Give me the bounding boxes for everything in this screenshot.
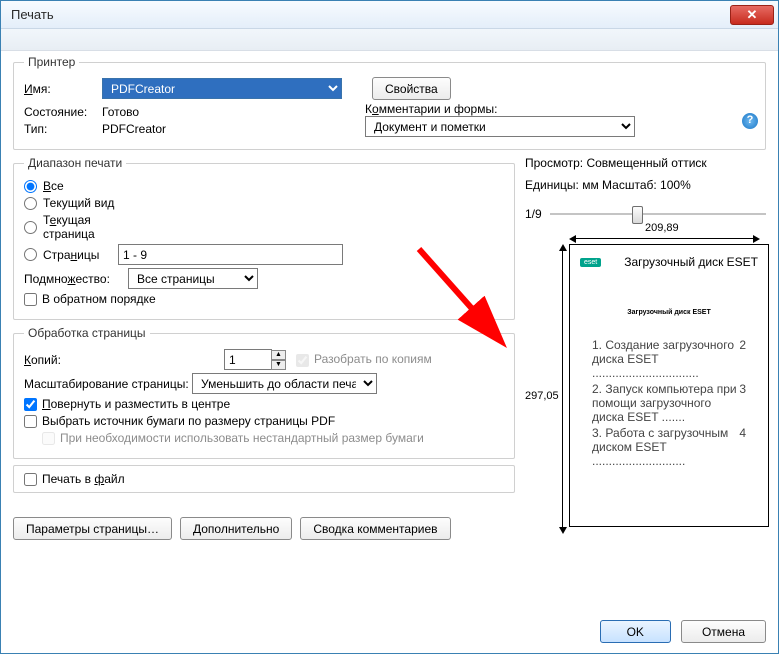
dialog-body: ? Принтер Имя: PDFCreator Свойства Состо…	[1, 51, 778, 620]
page-setup-button[interactable]: Параметры страницы…	[13, 517, 172, 540]
range-pages-input[interactable]	[118, 244, 343, 265]
subset-dropdown[interactable]: Все страницы	[128, 268, 258, 289]
preview-header-right: Загрузочный диск ESET	[624, 255, 758, 269]
eset-logo: eset	[580, 258, 601, 267]
collate-checkbox	[296, 354, 309, 367]
range-pages-radio[interactable]	[24, 248, 37, 261]
custom-paper-label: При необходимости использовать нестандар…	[60, 431, 424, 445]
type-label: Тип:	[24, 122, 102, 136]
preview-header: Просмотр: Совмещенный оттиск	[525, 156, 766, 170]
copies-up[interactable]: ▲	[271, 350, 286, 360]
range-current-page-label: Текущая страница	[43, 213, 121, 241]
range-current-view-label: Текущий вид	[43, 196, 121, 210]
print-to-file-label: Печать в файл	[42, 472, 125, 486]
page-preview: eset Загрузочный диск ESET Загрузочный д…	[569, 244, 769, 527]
printer-name-label: Имя:	[24, 82, 102, 96]
range-current-page-radio[interactable]	[24, 221, 37, 234]
paper-source-checkbox[interactable]	[24, 415, 37, 428]
print-range-label: Диапазон печати	[24, 156, 126, 170]
range-current-view-radio[interactable]	[24, 197, 37, 210]
range-all-radio[interactable]	[24, 180, 37, 193]
rotate-center-checkbox[interactable]	[24, 398, 37, 411]
titlebar: Печать ✕	[1, 1, 778, 29]
preview-toc: 1. Создание загрузочного диска ESET ....…	[580, 336, 758, 470]
height-arrow	[557, 244, 567, 534]
width-arrow	[569, 231, 760, 241]
page-handling-label: Обработка страницы	[24, 326, 150, 340]
print-dialog: Печать ✕ ? Принтер Имя: PDFCreator Свойс…	[0, 0, 779, 654]
reverse-order-checkbox[interactable]	[24, 293, 37, 306]
print-to-file-frame: Печать в файл	[13, 465, 515, 493]
printer-group: Принтер Имя: PDFCreator Свойства Состоян…	[13, 55, 766, 150]
range-all-label: Все	[43, 179, 121, 193]
print-to-file-checkbox[interactable]	[24, 473, 37, 486]
status-label: Состояние:	[24, 105, 102, 119]
reverse-order-label: В обратном порядке	[42, 292, 156, 306]
custom-paper-checkbox	[42, 432, 55, 445]
cancel-button[interactable]: Отмена	[681, 620, 766, 643]
copies-label: Копий:	[24, 353, 224, 367]
page-height-label: 297,05	[525, 390, 559, 402]
paper-source-label: Выбрать источник бумаги по размеру стран…	[42, 414, 335, 428]
preview-doc-title: Загрузочный диск ESET	[580, 309, 758, 316]
page-handling-group: Обработка страницы Копий: ▲ ▼ Разобрать …	[13, 326, 515, 459]
help-icon[interactable]: ?	[742, 113, 758, 129]
dialog-footer: OK Отмена	[1, 620, 778, 653]
preview-units: Единицы: мм Масштаб: 100%	[525, 178, 766, 192]
preview-frame: 209,89 297,05 eset Загрузочный диск ESET…	[525, 222, 766, 540]
collate-label: Разобрать по копиям	[314, 352, 432, 366]
properties-button[interactable]: Свойства	[372, 77, 451, 100]
type-value: PDFCreator	[102, 122, 166, 136]
toolstrip-background	[1, 29, 778, 51]
printer-group-label: Принтер	[24, 55, 79, 69]
subset-label: Подмножество:	[24, 272, 128, 286]
comments-summary-button[interactable]: Сводка комментариев	[300, 517, 450, 540]
zoom-slider[interactable]	[550, 206, 766, 222]
scaling-dropdown[interactable]: Уменьшить до области печати	[192, 373, 377, 394]
comments-label: Комментарии и формы:	[365, 102, 635, 116]
page-counter: 1/9	[525, 207, 542, 221]
window-title: Печать	[11, 7, 54, 22]
status-value: Готово	[102, 105, 139, 119]
close-button[interactable]: ✕	[730, 5, 774, 25]
printer-name-dropdown[interactable]: PDFCreator	[102, 78, 342, 99]
print-range-group: Диапазон печати Все Текущий вид Текущая …	[13, 156, 515, 320]
range-pages-label: Страницы	[43, 248, 118, 262]
rotate-center-label: Повернуть и разместить в центре	[42, 397, 230, 411]
comments-dropdown[interactable]: Документ и пометки	[365, 116, 635, 137]
copies-input[interactable]	[224, 349, 272, 370]
copies-down[interactable]: ▼	[271, 360, 286, 370]
advanced-button[interactable]: Дополнительно	[180, 517, 292, 540]
scaling-label: Масштабирование страницы:	[24, 377, 192, 391]
ok-button[interactable]: OK	[600, 620, 671, 643]
